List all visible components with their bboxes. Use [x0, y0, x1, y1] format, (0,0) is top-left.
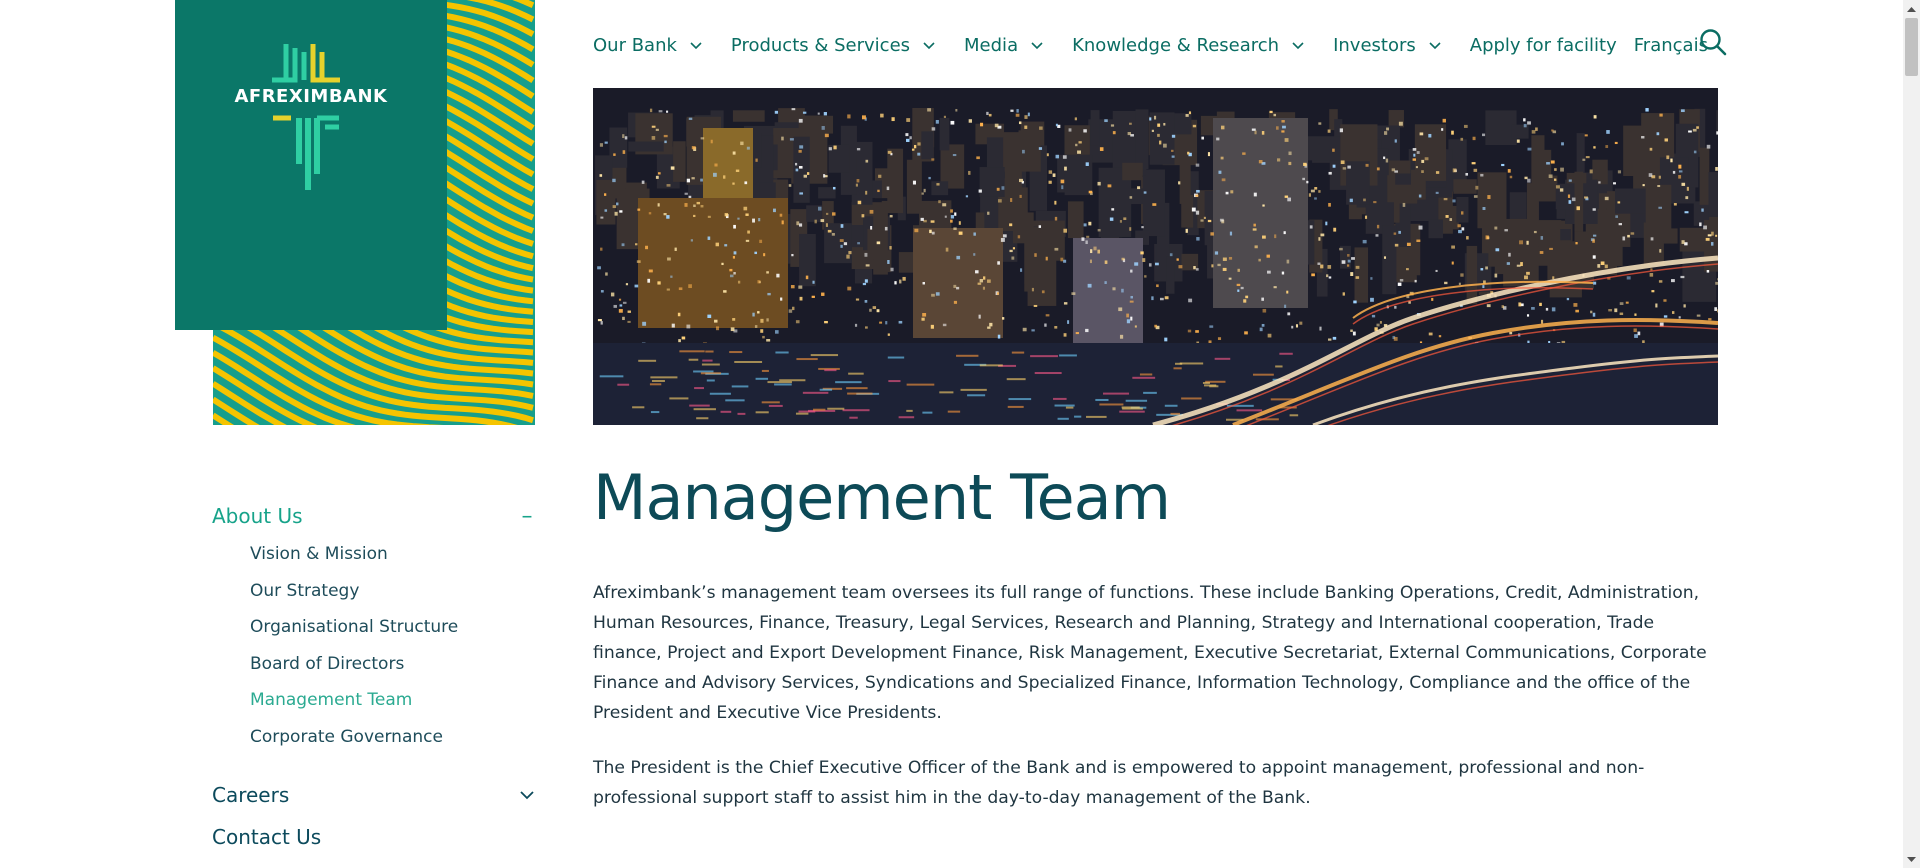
logo-wordmark: AFREXIMBANK: [234, 86, 388, 107]
nav-label: Apply for facility: [1469, 34, 1617, 56]
page-title: Management Team: [593, 461, 1171, 534]
sidebar-item-corporate-governance[interactable]: Corporate Governance: [212, 719, 535, 756]
nav-label: Products & Services: [730, 34, 911, 56]
chevron-down-icon: [923, 42, 935, 50]
nav-label: Investors: [1333, 34, 1416, 56]
chevron-down-icon: [690, 42, 702, 50]
scroll-up-arrow-icon[interactable]: [1903, 0, 1920, 17]
nav-knowledge-research[interactable]: Knowledge & Research: [1072, 35, 1305, 56]
nav-our-bank[interactable]: Our Bank: [593, 35, 703, 56]
sidebar-item-board-of-directors[interactable]: Board of Directors: [212, 646, 535, 683]
nav-apply-for-facility[interactable]: Apply for facility: [1470, 35, 1617, 56]
sidebar-item-management-team[interactable]: Management Team: [212, 682, 535, 719]
sidebar-item-our-strategy[interactable]: Our Strategy: [212, 573, 535, 610]
sidebar-section-contact-us[interactable]: Contact Us: [212, 817, 535, 857]
nav-label: Français: [1633, 34, 1708, 56]
scroll-down-arrow-icon[interactable]: [1903, 851, 1920, 868]
search-icon: [1700, 29, 1727, 56]
chevron-down-icon: [1292, 42, 1304, 50]
logo-block[interactable]: AFREXIMBANK: [175, 0, 535, 425]
nav-label: Media: [964, 34, 1019, 56]
chevron-down-icon: [1429, 42, 1441, 50]
nav-media[interactable]: Media: [964, 35, 1044, 56]
president-paragraph: The President is the Chief Executive Off…: [593, 758, 1645, 808]
chevron-down-icon: [1031, 42, 1043, 50]
nav-products-services[interactable]: Products & Services: [731, 35, 936, 56]
sidebar-item-organisational-structure[interactable]: Organisational Structure: [212, 609, 535, 646]
nav-label: Knowledge & Research: [1072, 34, 1280, 56]
search-button[interactable]: [1698, 27, 1728, 57]
sidebar-section-label: About Us: [212, 504, 303, 528]
main-content: Management Team Afreximbank’s management…: [593, 458, 1718, 813]
logo-box: AFREXIMBANK: [175, 0, 447, 330]
hero-city-image: [593, 88, 1718, 425]
nav-investors[interactable]: Investors: [1333, 35, 1442, 56]
nav-label: Our Bank: [593, 34, 677, 56]
scrollbar-thumb[interactable]: [1905, 18, 1918, 76]
chevron-down-icon[interactable]: [519, 787, 535, 803]
sidebar-item-vision-mission[interactable]: Vision & Mission: [212, 536, 535, 573]
intro-paragraph: Afreximbank’s management team oversees i…: [593, 583, 1707, 723]
sidebar-section-label: Careers: [212, 783, 290, 807]
sidebar-section-label: Contact Us: [212, 825, 322, 849]
sidebar-section-about-us[interactable]: About Us –: [212, 498, 535, 534]
page-scrollbar[interactable]: [1903, 0, 1920, 868]
sidebar-submenu: Vision & Mission Our Strategy Organisati…: [212, 536, 535, 755]
afreximbank-logo-mark: [272, 44, 340, 190]
sidebar-section-careers[interactable]: Careers: [212, 775, 535, 815]
sidebar-nav: About Us – Vision & Mission Our Strategy…: [212, 498, 535, 857]
collapse-icon[interactable]: –: [519, 504, 535, 529]
top-navigation: Our Bank Products & Services Media Knowl…: [593, 30, 1725, 60]
nav-language-french[interactable]: Français: [1634, 35, 1708, 56]
